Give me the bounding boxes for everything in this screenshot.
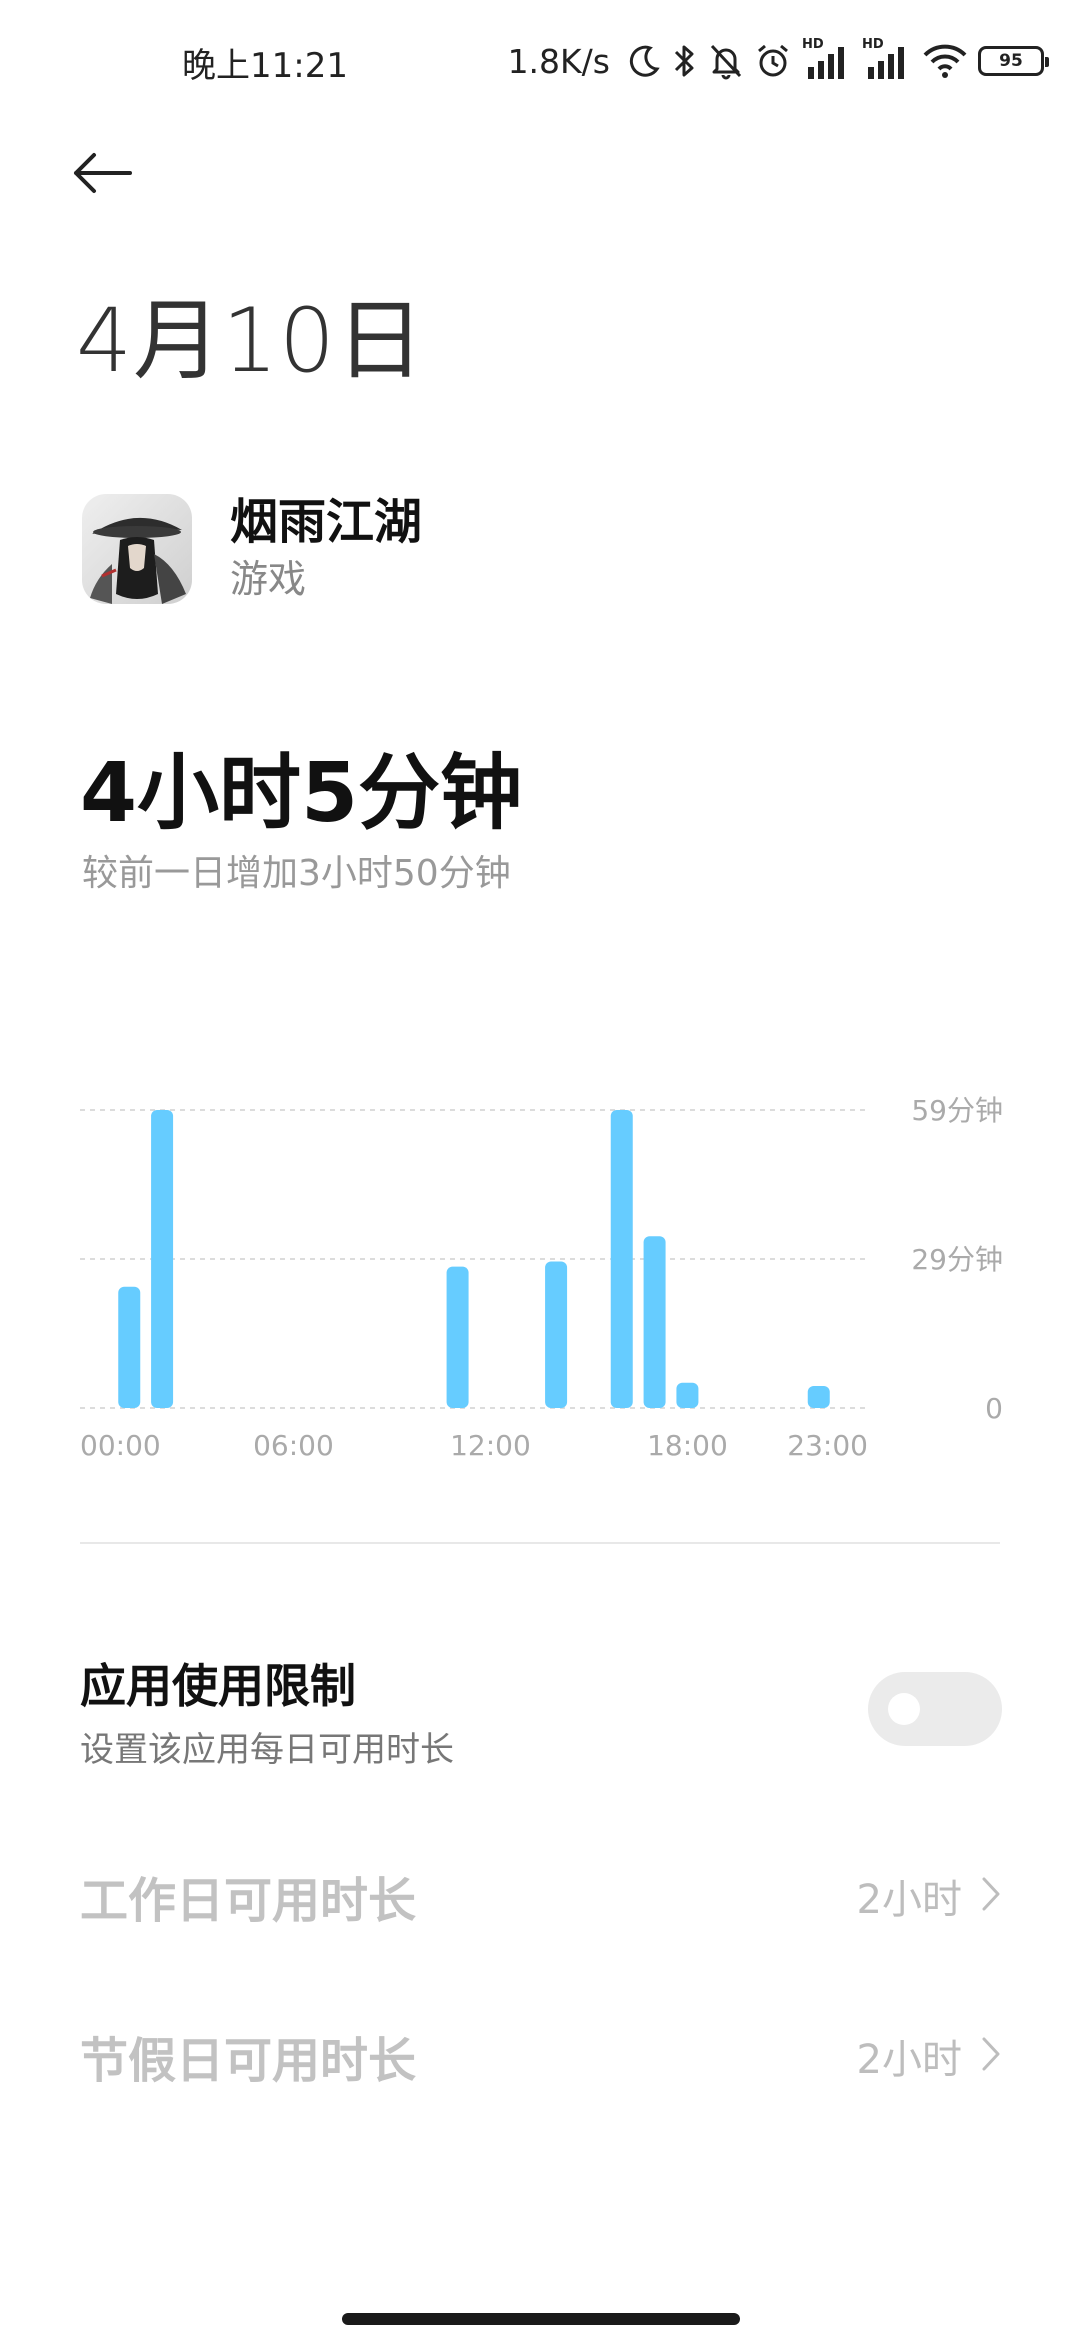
status-time: 晚上11:21	[182, 46, 348, 86]
setting-row-weekday[interactable]: 工作日可用时长 2小时	[80, 1846, 1002, 1946]
usage-total: 4小时5分钟	[80, 746, 523, 841]
network-speed: 1.8K/s	[507, 41, 610, 81]
setting-value: 2小时	[856, 1877, 962, 1923]
y-tick-label: 29分钟	[911, 1243, 1003, 1276]
status-icons: 1.8K/s HD HD 95	[507, 36, 1049, 86]
divider	[80, 1542, 1000, 1544]
limit-subtitle: 设置该应用每日可用时长	[80, 1730, 454, 1770]
chart-bar[interactable]	[446, 1266, 469, 1408]
x-tick-label: 23:00	[787, 1429, 868, 1460]
y-tick-label: 59分钟	[911, 1094, 1003, 1127]
hd-badge: HD	[802, 37, 824, 52]
x-tick-label: 00:00	[80, 1429, 161, 1460]
x-tick-label: 12:00	[450, 1429, 531, 1460]
x-tick-label: 18:00	[647, 1429, 728, 1460]
chart-bar[interactable]	[807, 1386, 830, 1408]
chart-bar[interactable]	[643, 1236, 666, 1408]
hd-badge: HD	[862, 37, 884, 52]
app-info: 烟雨江湖 游戏	[82, 492, 422, 606]
limit-toggle[interactable]	[868, 1672, 1002, 1746]
setting-label: 节假日可用时长	[80, 2033, 417, 2089]
bell-off-icon	[708, 42, 744, 80]
status-bar: 晚上11:21 1.8K/s HD HD 95	[0, 0, 1080, 130]
x-tick-label: 06:00	[253, 1429, 334, 1460]
back-button[interactable]	[70, 140, 150, 210]
battery-icon: 95	[978, 46, 1049, 76]
signal-icon: HD	[802, 37, 852, 81]
chart-bar[interactable]	[151, 1110, 174, 1408]
app-category: 游戏	[230, 557, 307, 601]
chart-bar[interactable]	[118, 1286, 141, 1408]
moon-icon	[626, 43, 662, 79]
bluetooth-icon	[672, 42, 698, 80]
setting-label: 工作日可用时长	[80, 1873, 417, 1929]
app-name: 烟雨江湖	[230, 494, 423, 550]
chart-bar[interactable]	[676, 1382, 699, 1408]
page-title: 4月10日	[76, 289, 425, 392]
y-tick-label: 0	[985, 1392, 1003, 1425]
setting-value: 2小时	[856, 2037, 962, 2083]
arrow-left-icon	[70, 149, 134, 201]
toggle-knob	[888, 1693, 920, 1725]
signal-icon: HD	[862, 37, 912, 81]
setting-row-holiday[interactable]: 节假日可用时长 2小时	[80, 2006, 1002, 2106]
chart-bar[interactable]	[610, 1110, 633, 1408]
chevron-right-icon	[980, 1875, 1002, 1917]
alarm-icon	[754, 42, 792, 80]
chevron-right-icon	[980, 2035, 1002, 2077]
app-icon	[82, 494, 192, 604]
usage-bar-chart: 59分钟 29分钟 0 00:00 06:00 12:00 18:00 23:00	[80, 1094, 1003, 1460]
wifi-icon	[922, 42, 968, 80]
limit-title: 应用使用限制	[80, 1659, 356, 1713]
usage-comparison: 较前一日增加3小时50分钟	[82, 853, 511, 894]
home-indicator[interactable]	[342, 2313, 740, 2325]
chart-bar[interactable]	[545, 1261, 568, 1408]
